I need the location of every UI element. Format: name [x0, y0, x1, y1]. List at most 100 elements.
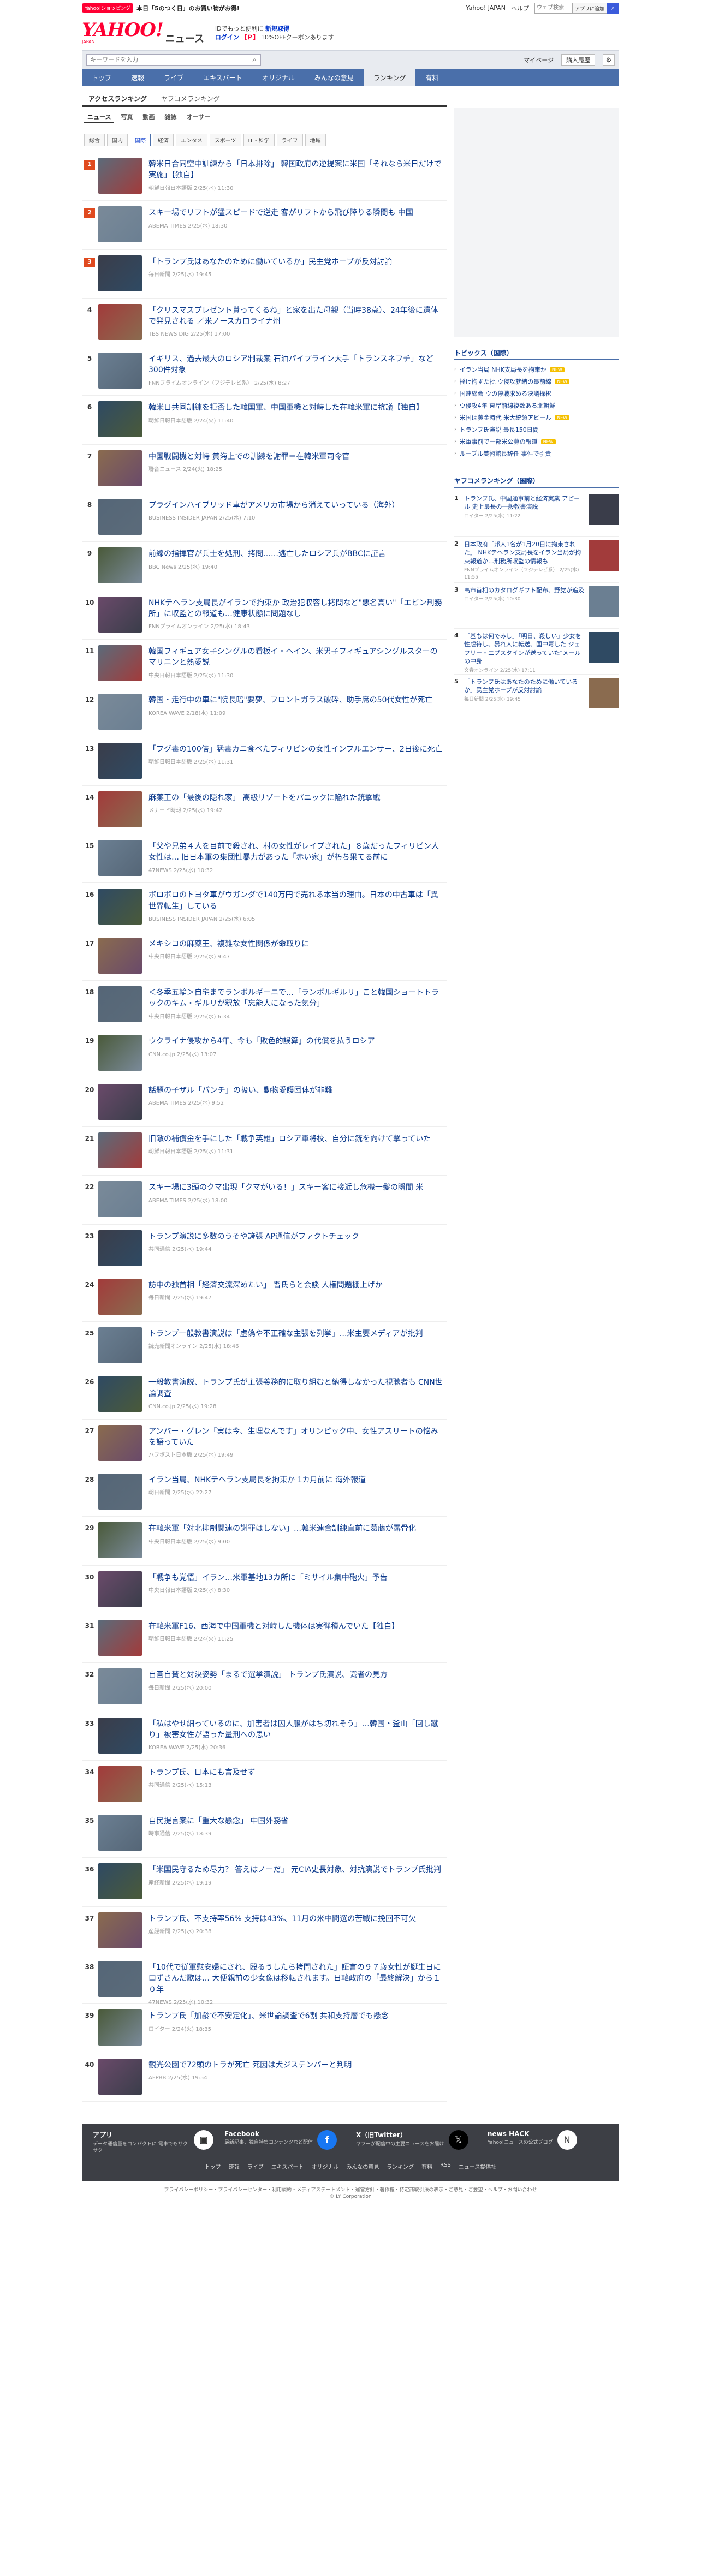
legal-links[interactable]: プライバシーポリシー・プライバシーセンター・利用規約・メディアステートメント・運…: [0, 2181, 701, 2194]
tab-category[interactable]: 国内: [107, 134, 128, 146]
article-thumbnail[interactable]: [98, 2058, 142, 2095]
article-thumbnail[interactable]: [98, 645, 142, 681]
yafucome-item[interactable]: 5 「トランプ氏はあなたのために働いているか」民主党ホープが反対討論 毎日新聞 2/…: [454, 675, 619, 720]
tab-category[interactable]: スポーツ: [209, 134, 241, 146]
list-item[interactable]: 35 自民提言案に「重大な懸念」 中国外務省 時事通信 2/25(水) 18:39: [82, 1809, 447, 1858]
list-item[interactable]: 18 ＜冬季五輪＞自宅までランボルギーニで…「ランボルギルリ」こと韓国ショートトラ…: [82, 981, 447, 1030]
article-thumbnail[interactable]: [98, 206, 142, 243]
footer-app-2[interactable]: X（旧Twitter） ヤフーが配信中の主要ニュースをお届け 𝕏: [356, 2130, 477, 2155]
article-thumbnail[interactable]: [98, 1474, 142, 1510]
list-item[interactable]: 32 自画自賛と対決姿勢「まるで選挙演説」 トランプ氏演説、識者の見方 毎日新聞 2…: [82, 1663, 447, 1712]
list-item[interactable]: 39 トランプ氏「加齢で不安定化」、米世論調査で6割 共和支持層でも懸念 ロイター …: [82, 2004, 447, 2053]
article-thumbnail[interactable]: [98, 1863, 142, 1900]
list-item[interactable]: 9 前線の指揮官が兵士を処刑、拷問……逃亡したロシア兵がBBCに証言 BBC New…: [82, 542, 447, 591]
yafucome-title[interactable]: 高市首相のカタログギフト配布、野党が追及: [464, 587, 584, 594]
tab-category[interactable]: ライフ: [276, 134, 303, 146]
article-title[interactable]: 中国戦闘機と対峙 黄海上での訓練を謝罪＝在韓米軍司令官: [148, 452, 349, 461]
list-item[interactable]: 17 メキシコの麻薬王、複雑な女性関係が命取りに 中央日報日本語版 2/25(水) …: [82, 932, 447, 981]
article-title[interactable]: 在韓米軍F16、西海で中国軍機と対峙した機体は実弾積んでいた【独自】: [148, 1622, 399, 1631]
tab-category[interactable]: IT・科学: [243, 134, 275, 146]
promo-banner[interactable]: Yahoo!ショッピング 本日「5のつく日」のお買い物がお得!: [82, 3, 240, 13]
list-item[interactable]: 40 観光公園で72頭のトラが死亡 死因は犬ジステンパーと判明 AFPBB 2/25…: [82, 2053, 447, 2102]
app-icon[interactable]: ▣: [194, 2130, 213, 2150]
footer-nav-item[interactable]: ランキング: [387, 2162, 414, 2170]
coupon-text[interactable]: 10%OFFクーポンあります: [261, 34, 334, 41]
footer-nav-item[interactable]: ライブ: [247, 2162, 264, 2170]
topic-item[interactable]: › イラン当局 NHK支局長を拘束か NEW: [454, 363, 619, 375]
list-item[interactable]: 33 「私はやせ細っているのに、加害者は囚人服がはち切れそう」…韓国・釜山「回し蹴…: [82, 1712, 447, 1761]
article-title[interactable]: イラン当局、NHKテヘラン支局長を拘束か 1カ月前に 海外報道: [148, 1476, 366, 1484]
list-item[interactable]: 12 韓国・走行中の車に"院長暗"要夢、フロントガラス破砕、助手席の50代女性が死…: [82, 688, 447, 737]
list-item[interactable]: 14 麻薬王の「最後の隠れ家」 高級リゾートをパニックに陥れた銃撃戦 メナード時報 …: [82, 786, 447, 835]
article-title[interactable]: 「米国民守るため尽力？ 答えはノーだ」 元CIA史長対象、対抗演説でトランプ氏批…: [148, 1865, 441, 1874]
article-title[interactable]: 韓米日合同空中訓練から「日本排除」 韓国政府の逆提案に米国「それなら米日だけで実…: [148, 160, 441, 180]
tab-ranking-type[interactable]: アクセスランキング: [82, 91, 153, 105]
topic-label[interactable]: ウ侵攻4年 東岸前線複数ある北朝鮮: [460, 401, 556, 410]
article-title[interactable]: 「戦争も覚悟」イラン…米軍基地13カ所に「ミサイル集中砲火」予告: [148, 1573, 388, 1582]
topic-label[interactable]: ルーブル美術館長辞任 事件で引責: [460, 449, 551, 458]
tab-media-type[interactable]: 動画: [139, 111, 158, 123]
list-item[interactable]: 3 「トランプ氏はあなたのために働いているか」民主党ホープが反対討論 毎日新聞 2/…: [82, 250, 447, 299]
login-link[interactable]: ログイン: [215, 34, 239, 41]
article-thumbnail[interactable]: [98, 937, 142, 974]
article-title[interactable]: スキー場でリフトが猛スピードで逆走 客がリフトから飛び降りる瞬間も 中国: [148, 208, 413, 217]
article-thumbnail[interactable]: [98, 1522, 142, 1559]
promo-text[interactable]: 本日「5のつく日」のお買い物がお得!: [136, 4, 240, 13]
nav-item[interactable]: みんなの意見: [305, 69, 364, 86]
yafucome-title[interactable]: トランプ氏、中国通事前と経済実業 アピール 史上最長の一般教書演説: [464, 495, 580, 510]
article-title[interactable]: 一般教書演説、トランプ氏が主張義務的に取り組むと納得しなかった視聴者も CNN世…: [148, 1378, 443, 1398]
search-icon[interactable]: ⌕: [248, 56, 260, 64]
yafucome-title[interactable]: 「トランプ氏はあなたのために働いているか」民主党ホープが反対討論: [464, 678, 578, 694]
nav-item[interactable]: エキスパート: [193, 69, 252, 86]
article-thumbnail[interactable]: [98, 1327, 142, 1364]
article-thumbnail[interactable]: [98, 255, 142, 291]
list-item[interactable]: 21 旧敵の補償金を手にした「戦争英雄」ロシア軍将校、自分に銃を向けて撃っていた朝…: [82, 1127, 447, 1176]
article-title[interactable]: プラグインハイブリッド車がアメリカ市場から消えていっている（海外）: [148, 501, 400, 510]
yafucome-item[interactable]: 2 日本政府「邦人1名が1月20日に拘束された」 NHKテヘラン支局長をイラン当局…: [454, 537, 619, 583]
article-thumbnail[interactable]: [98, 1132, 142, 1168]
article-title[interactable]: 「クリスマスプレゼント貰ってくるね」と家を出た母親（当時38歳）、24年後に遺体…: [148, 306, 438, 326]
article-thumbnail[interactable]: [98, 596, 142, 633]
article-title[interactable]: トランプ一般教書演説は「虚偽や不正確な主張を列挙」…米主要メディアが批判: [148, 1329, 423, 1338]
article-thumbnail[interactable]: [98, 1912, 142, 1948]
search-scope-select[interactable]: アプリに追加: [572, 2, 607, 14]
article-thumbnail[interactable]: [98, 1668, 142, 1705]
topic-label[interactable]: 米国は黄金時代 米大統領アピール: [460, 413, 552, 422]
article-thumbnail[interactable]: [98, 1815, 142, 1851]
article-title[interactable]: 在韓米軍「対北抑制関連の謝罪はしない」…韓米連合訓練直前に葛藤が露骨化: [148, 1524, 416, 1533]
list-item[interactable]: 5 イギリス、過去最大のロシア制裁案 石油パイプライン大手「トランスネフチ」など3…: [82, 347, 447, 396]
article-thumbnail[interactable]: [98, 1619, 142, 1656]
tab-category[interactable]: エンタメ: [176, 134, 207, 146]
article-thumbnail[interactable]: [589, 632, 619, 663]
footer-nav-item[interactable]: オリジナル: [311, 2162, 338, 2170]
list-item[interactable]: 15 「父や兄弟４人を目前で殺され、村の女性がレイプされた」８歳だったフィリピン人…: [82, 834, 447, 884]
list-item[interactable]: 24 訪中の独首相「経済交流深めたい」 習氏らと会談 人権問題棚上げか 毎日新聞 2…: [82, 1273, 447, 1322]
topic-item[interactable]: › ルーブル美術館長辞任 事件で引責: [454, 448, 619, 460]
article-thumbnail[interactable]: [98, 889, 142, 925]
article-title[interactable]: メキシコの麻薬王、複雑な女性関係が命取りに: [148, 940, 309, 949]
footer-app-3[interactable]: news HACK Yahoo!ニュースの公式ブログ N: [488, 2130, 608, 2155]
footer-nav-item[interactable]: 有料: [421, 2162, 432, 2170]
list-item[interactable]: 8 プラグインハイブリッド車がアメリカ市場から消えていっている（海外） BUSINE…: [82, 493, 447, 542]
nav-item[interactable]: ライブ: [154, 69, 193, 86]
list-item[interactable]: 7 中国戦闘機と対峙 黄海上での訓練を謝罪＝在韓米軍司令官 聯合ニュース 2/24(…: [82, 445, 447, 494]
article-title[interactable]: 「トランプ氏はあなたのために働いているか」民主党ホープが反対討論: [148, 258, 392, 266]
topic-item[interactable]: › トランプ氏演説 最長150日間: [454, 424, 619, 436]
list-item[interactable]: 23 トランプ演説に多数のうそや誇張 AP通信がファクトチェック 共同通信 2/25…: [82, 1225, 447, 1273]
article-title[interactable]: イギリス、過去最大のロシア制裁案 石油パイプライン大手「トランスネフチ」など30…: [148, 355, 433, 374]
article-title[interactable]: 韓米日共同訓練を拒否した韓国軍、中国軍機と対峙した在韓米軍に抗議【独自】: [148, 403, 424, 412]
article-title[interactable]: トランプ氏、不支持率56% 支持は43%、11月の米中間選の苦戦に挽回不可欠: [148, 1915, 416, 1923]
list-item[interactable]: 19 ウクライナ侵攻から4年、今も「敗色的誤算」の代償を払うロシア CNN.co.j…: [82, 1029, 447, 1078]
x-icon[interactable]: 𝕏: [448, 2130, 468, 2150]
list-item[interactable]: 30 「戦争も覚悟」イラン…米軍基地13カ所に「ミサイル集中砲火」予告 中央日報日本…: [82, 1566, 447, 1614]
search-icon[interactable]: ⌕: [607, 2, 619, 14]
article-title[interactable]: ＜冬季五輪＞自宅までランボルギーニで…「ランボルギルリ」こと韓国ショートトラック…: [148, 988, 439, 1008]
article-title[interactable]: 前線の指揮官が兵士を処刑、拷問……逃亡したロシア兵がBBCに証言: [148, 550, 386, 558]
list-item[interactable]: 29 在韓米軍「対北抑制関連の謝罪はしない」…韓米連合訓練直前に葛藤が露骨化 中央日…: [82, 1517, 447, 1566]
article-thumbnail[interactable]: [98, 1035, 142, 1071]
list-item[interactable]: 37 トランプ氏、不支持率56% 支持は43%、11月の米中間選の苦戦に挽回不可欠…: [82, 1907, 447, 1955]
list-item[interactable]: 2 スキー場でリフトが猛スピードで逆走 客がリフトから飛び降りる瞬間も 中国 ABE…: [82, 201, 447, 250]
tab-ranking-type[interactable]: ヤフコメランキング: [155, 91, 227, 105]
list-item[interactable]: 20 話題の子ザル「パンチ」の扱い、動物愛護団体が非難 ABEMA TIMES 2/…: [82, 1078, 447, 1127]
article-thumbnail[interactable]: [98, 401, 142, 438]
